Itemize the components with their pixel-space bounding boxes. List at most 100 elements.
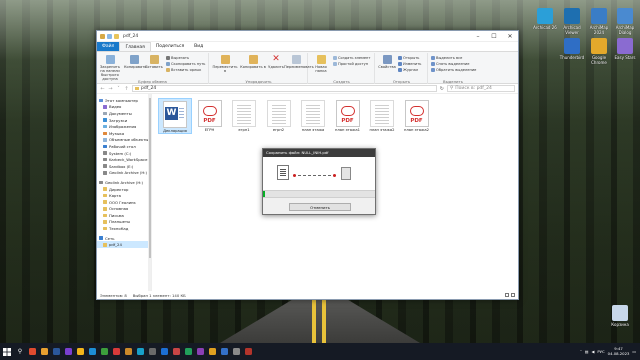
desktop-icon[interactable]: Archicad 26 — [530, 8, 560, 30]
taskbar-app-icon[interactable] — [110, 343, 122, 360]
copy-path-button[interactable]: Скопировать путь — [166, 62, 205, 66]
file-item[interactable]: егрп1 — [227, 98, 261, 132]
up-arrow-icon[interactable]: ↑ — [124, 86, 129, 92]
clock[interactable]: 9:47 04.08.2023 — [608, 346, 630, 356]
nav-item[interactable]: Изображения — [97, 123, 151, 130]
nav-item[interactable]: Директор — [97, 186, 151, 193]
delete-button[interactable]: ✕ Удалить — [267, 55, 285, 70]
taskbar-app-icon[interactable] — [122, 343, 134, 360]
nav-item[interactable]: Sandbox (E:) — [97, 163, 151, 170]
nav-item[interactable]: System (C:) — [97, 150, 151, 157]
new-folder-button[interactable]: Новая папка — [311, 55, 331, 73]
nav-item[interactable]: Сеть — [97, 235, 151, 242]
taskbar-app-icon[interactable] — [86, 343, 98, 360]
language-indicator[interactable]: РУС — [597, 349, 604, 354]
nav-item[interactable]: Планшеты — [97, 219, 151, 226]
rename-button[interactable]: Переименовать — [284, 55, 314, 69]
taskbar-app-icon[interactable] — [182, 343, 194, 360]
tab-home[interactable]: Главная — [119, 42, 151, 51]
new-item-button[interactable]: Создать элемент — [333, 56, 371, 60]
desktop-icon[interactable]: Корзина — [605, 305, 635, 327]
taskbar-app-icon[interactable] — [146, 343, 158, 360]
cut-button[interactable]: Вырезать — [166, 56, 189, 60]
history-button[interactable]: Журнал — [398, 68, 418, 72]
desktop-icon[interactable]: ArchiMap Dialog — [610, 8, 640, 35]
taskbar-app-icon[interactable] — [98, 343, 110, 360]
notifications-icon[interactable]: ▭ — [632, 349, 636, 354]
nav-scroll-thumb[interactable] — [148, 98, 151, 258]
search-icon[interactable]: ⚲ — [14, 343, 26, 360]
file-item[interactable]: егрп2 — [262, 98, 296, 132]
tab-view[interactable]: Вид — [189, 42, 208, 51]
minimize-button[interactable]: – — [470, 31, 486, 42]
nav-item[interactable]: Объемные объекты — [97, 137, 151, 144]
tab-share[interactable]: Поделиться — [151, 42, 189, 51]
paste-button[interactable]: Вставить — [144, 55, 164, 69]
taskbar-app-icon[interactable] — [62, 343, 74, 360]
taskbar-app-icon[interactable] — [158, 343, 170, 360]
nav-item[interactable]: Письма — [97, 212, 151, 219]
desktop-icon[interactable]: Thunderbird — [557, 38, 587, 60]
details-view-icon[interactable] — [505, 293, 509, 297]
new-folder-icon[interactable] — [114, 33, 119, 39]
nav-item[interactable]: Документы — [97, 110, 151, 117]
taskbar-app-icon[interactable] — [26, 343, 38, 360]
nav-item[interactable]: Музыка — [97, 130, 151, 137]
nav-item[interactable]: Karbeck_WorkSpace — [97, 156, 151, 163]
taskbar-app-icon[interactable] — [74, 343, 86, 360]
volume-icon[interactable]: ◀ — [591, 349, 594, 354]
chevron-up-icon[interactable]: ˄ — [580, 349, 582, 354]
paste-shortcut-button[interactable]: Вставить ярлык — [166, 68, 201, 72]
file-item[interactable]: план этажа — [296, 98, 330, 132]
address-field[interactable]: pdf_24 — [132, 85, 437, 92]
nav-item[interactable]: Этот компьютер — [97, 97, 151, 104]
large-icons-view-icon[interactable] — [511, 293, 515, 297]
taskbar-app-icon[interactable] — [230, 343, 242, 360]
refresh-icon[interactable]: ↻ — [440, 86, 444, 92]
taskbar-app-icon[interactable] — [242, 343, 254, 360]
taskbar-app-icon[interactable] — [194, 343, 206, 360]
search-input[interactable]: ⚲ Поиск в: pdf_24 — [447, 85, 515, 92]
nav-item[interactable]: Загрузки — [97, 117, 151, 124]
chevron-down-icon[interactable]: ˅ — [116, 86, 121, 92]
cancel-button[interactable]: Отменить — [289, 203, 351, 211]
nav-scrollbar[interactable] — [148, 94, 151, 291]
back-arrow-icon[interactable]: ← — [100, 86, 105, 92]
nav-item[interactable]: Основная — [97, 206, 151, 213]
taskbar-app-icon[interactable] — [134, 343, 146, 360]
invert-selection-button[interactable]: Обратить выделение — [431, 68, 476, 72]
taskbar-app-icon[interactable] — [218, 343, 230, 360]
close-button[interactable]: ✕ — [502, 31, 518, 42]
network-icon[interactable]: ▤ — [585, 349, 589, 354]
nav-item[interactable]: Geolink Archive (H:) — [97, 170, 151, 177]
nav-item[interactable]: Geolink Archive (H:) — [97, 179, 151, 186]
select-none-button[interactable]: Снять выделение — [431, 62, 469, 66]
open-button[interactable]: Открыть — [398, 56, 419, 60]
file-item[interactable]: W Декларация — [158, 98, 192, 134]
properties-button[interactable]: Свойства — [378, 55, 396, 69]
pin-button[interactable]: Закрепить на панели быстрого доступа — [98, 55, 122, 81]
taskbar-app-icon[interactable] — [38, 343, 50, 360]
copy-button[interactable]: Копировать — [124, 55, 146, 69]
forward-arrow-icon[interactable]: → — [108, 86, 113, 92]
properties-icon[interactable] — [107, 33, 112, 39]
tab-file[interactable]: Файл — [97, 42, 120, 51]
nav-item[interactable]: Видео — [97, 104, 151, 111]
nav-item[interactable]: Карта — [97, 192, 151, 199]
maximize-button[interactable]: ☐ — [486, 31, 502, 42]
taskbar-app-icon[interactable] — [170, 343, 182, 360]
file-item[interactable]: план этажа2 — [365, 98, 399, 132]
move-to-button[interactable]: Переместить в — [212, 55, 238, 73]
nav-item[interactable]: pdf_24 — [97, 241, 151, 249]
file-item[interactable]: PDF план этажа1 — [331, 98, 365, 132]
start-button[interactable] — [0, 343, 14, 360]
desktop-icon[interactable]: Archicad Viewer — [557, 8, 587, 35]
select-all-button[interactable]: Выделить все — [431, 56, 462, 60]
nav-item[interactable]: ООО Геолинк — [97, 199, 151, 206]
copy-to-button[interactable]: Копировать в — [240, 55, 266, 69]
edit-button[interactable]: Изменить — [398, 62, 421, 66]
nav-item[interactable]: Рабочий стол — [97, 143, 151, 150]
taskbar-app-icon[interactable] — [206, 343, 218, 360]
desktop-icon[interactable]: Easy Stars — [610, 38, 640, 60]
file-item[interactable]: PDF ЕГРН — [193, 98, 227, 132]
